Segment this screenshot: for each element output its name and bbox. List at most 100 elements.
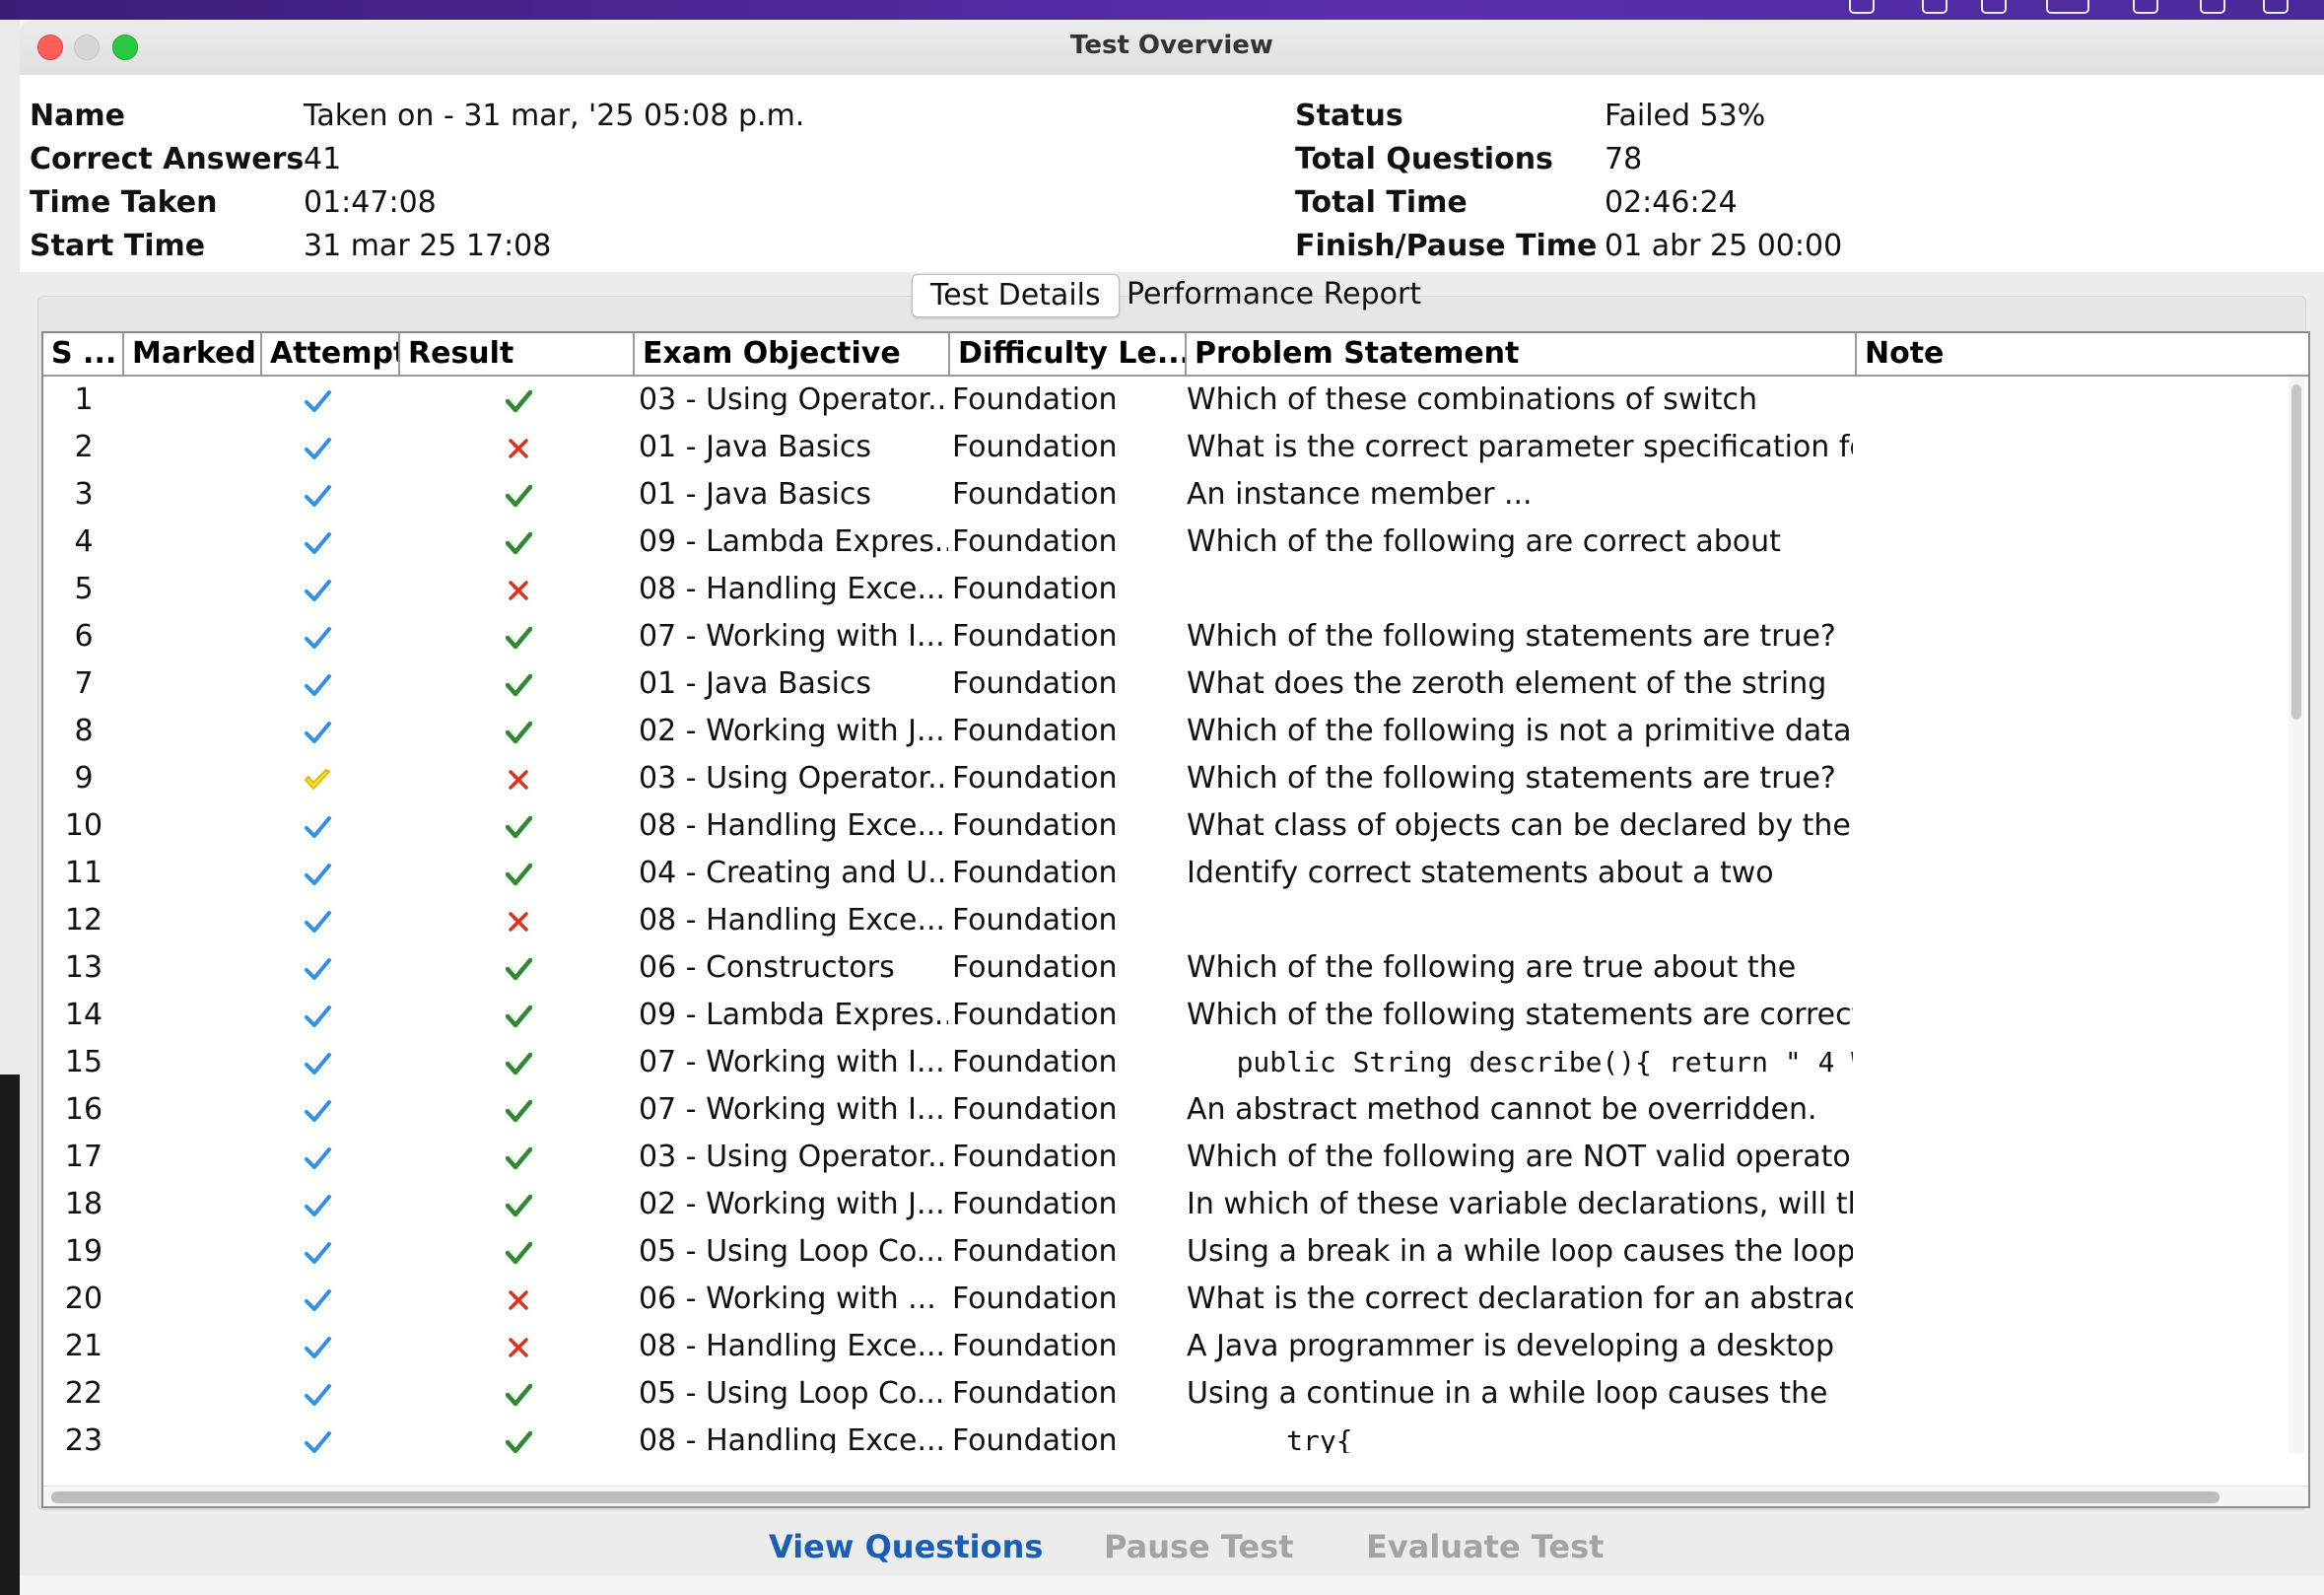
cell-serial-number: 14: [64, 998, 103, 1032]
cell-exam-objective: 05 - Using Loop Co...: [639, 1376, 945, 1411]
tab-test-details[interactable]: Test Details: [912, 274, 1120, 317]
cell-problem-statement: [1187, 897, 1853, 944]
table-body: 1 03 - Using Operator... Foundation Which o…: [43, 377, 2287, 1453]
cross-red-icon: [504, 1285, 533, 1315]
cell-exam-objective: 06 - Working with ...: [639, 1282, 936, 1316]
cell-problem-statement: What class of objects can be declared by…: [1187, 808, 1851, 843]
column-header-problem-statement[interactable]: Problem Statement: [1187, 333, 1857, 375]
control-center-icon[interactable]: [2263, 0, 2289, 14]
pause-test-button[interactable]: Pause Test: [1104, 1528, 1293, 1565]
table-row[interactable]: 2 01 - Java Basics Foundation What is the c…: [43, 424, 2287, 471]
evaluate-test-button[interactable]: Evaluate Test: [1366, 1528, 1604, 1565]
cell-difficulty: Foundation: [952, 856, 1118, 890]
table-row[interactable]: 6 07 - Working with I... Foundation Which o…: [43, 613, 2287, 660]
column-header-attempt[interactable]: Attempt: [262, 333, 400, 375]
cell-difficulty: Foundation: [952, 572, 1118, 606]
cell-difficulty: Foundation: [952, 1187, 1118, 1221]
check-green-icon: [504, 481, 533, 511]
search-icon[interactable]: [2200, 0, 2225, 14]
table-row[interactable]: 12 08 - Handling Exce... Foundation: [43, 897, 2287, 944]
cell-exam-objective: 08 - Handling Exce...: [639, 903, 946, 937]
check-blue-icon: [303, 623, 332, 653]
table-row[interactable]: 10 08 - Handling Exce... Foundation What cl…: [43, 802, 2287, 850]
table-row[interactable]: 4 09 - Lambda Expres... Foundation Which of…: [43, 519, 2287, 566]
column-header-serial[interactable]: S ...: [43, 333, 124, 375]
table-row[interactable]: 23 08 - Handling Exce... Foundation try{: [43, 1418, 2287, 1453]
table-row[interactable]: 1 03 - Using Operator... Foundation Which o…: [43, 377, 2287, 424]
cell-exam-objective: 08 - Handling Exce...: [639, 1423, 946, 1453]
summary-value-time-taken: 01:47:08: [304, 185, 437, 220]
os-menu-bar: [0, 0, 2324, 20]
view-questions-button[interactable]: View Questions: [769, 1528, 1043, 1565]
test-overview-window: Test Overview Name Taken on - 31 mar, '2…: [20, 20, 2324, 1575]
check-blue-icon: [303, 954, 332, 984]
table-row[interactable]: 17 03 - Using Operator... Foundation Which …: [43, 1134, 2287, 1181]
menu-bar-icon[interactable]: [1981, 0, 2007, 14]
cell-serial-number: 2: [74, 430, 94, 464]
cell-problem-statement: Which of the following are true about th…: [1187, 950, 1797, 985]
summary-value-total-time: 02:46:24: [1605, 185, 1738, 220]
cell-serial-number: 17: [64, 1140, 103, 1174]
cross-red-icon: [504, 434, 533, 463]
horizontal-scrollbar-thumb[interactable]: [51, 1491, 2220, 1503]
table-row[interactable]: 7 01 - Java Basics Foundation What does the…: [43, 660, 2287, 708]
table-row[interactable]: 19 05 - Using Loop Co... Foundation Using a…: [43, 1228, 2287, 1276]
horizontal-scrollbar[interactable]: [43, 1486, 2308, 1506]
menu-bar-icon[interactable]: [1849, 0, 1875, 14]
cell-problem-statement: An abstract method cannot be overridden.: [1187, 1092, 1817, 1127]
battery-icon[interactable]: [2046, 0, 2089, 14]
tab-performance-report[interactable]: Performance Report: [1109, 274, 1439, 315]
cell-exam-objective: 01 - Java Basics: [639, 666, 872, 701]
table-row[interactable]: 15 07 - Working with I... Foundation publi…: [43, 1039, 2287, 1086]
table-row[interactable]: 22 05 - Using Loop Co... Foundation Using a…: [43, 1370, 2287, 1418]
window-titlebar[interactable]: Test Overview: [20, 20, 2324, 76]
check-yellow-icon: [303, 765, 332, 795]
menu-bar-icon[interactable]: [1922, 0, 1948, 14]
table-row[interactable]: 18 02 - Working with J... Foundation In whi…: [43, 1181, 2287, 1228]
cell-difficulty: Foundation: [952, 1140, 1118, 1174]
check-blue-icon: [303, 434, 332, 463]
column-header-note[interactable]: Note: [1857, 333, 2308, 375]
action-bar: View Questions Pause Test Evaluate Test: [20, 1528, 2324, 1575]
column-header-marked[interactable]: Marked: [124, 333, 262, 375]
vertical-scrollbar-thumb[interactable]: [2291, 384, 2301, 720]
cell-serial-number: 19: [64, 1234, 103, 1269]
cell-exam-objective: 01 - Java Basics: [639, 430, 872, 464]
table-row[interactable]: 20 06 - Working with ... Foundation What is…: [43, 1276, 2287, 1323]
check-blue-icon: [303, 860, 332, 889]
cell-exam-objective: 05 - Using Loop Co...: [639, 1234, 945, 1269]
column-header-exam-objective[interactable]: Exam Objective: [635, 333, 950, 375]
table-row[interactable]: 14 09 - Lambda Expres... Foundation Which o…: [43, 992, 2287, 1039]
table-row[interactable]: 9 03 - Using Operator... Foundation Which o…: [43, 755, 2287, 802]
cell-difficulty: Foundation: [952, 808, 1118, 843]
wifi-icon[interactable]: [2133, 0, 2158, 14]
table-row[interactable]: 8 02 - Working with J... Foundation Which o…: [43, 708, 2287, 755]
table-row[interactable]: 16 07 - Working with I... Foundation An abs…: [43, 1086, 2287, 1134]
column-header-result[interactable]: Result: [400, 333, 635, 375]
check-blue-icon: [303, 528, 332, 558]
summary-label-status: Status: [1295, 99, 1403, 133]
table-row[interactable]: 3 01 - Java Basics Foundation An instance m…: [43, 471, 2287, 519]
background-app-strip: [0, 20, 20, 1595]
check-blue-icon: [303, 1333, 332, 1362]
summary-value-start-time: 31 mar 25 17:08: [304, 229, 552, 263]
cross-red-icon: [504, 765, 533, 795]
check-green-icon: [504, 1049, 533, 1078]
column-header-difficulty[interactable]: Difficulty Le...: [950, 333, 1187, 375]
cell-serial-number: 9: [74, 761, 94, 796]
cell-serial-number: 23: [64, 1423, 103, 1453]
summary-label-finish-pause-time: Finish/Pause Time: [1295, 229, 1598, 263]
check-green-icon: [504, 1380, 533, 1410]
table-row[interactable]: 21 08 - Handling Exce... Foundation A Java …: [43, 1323, 2287, 1370]
check-blue-icon: [303, 907, 332, 936]
table-row[interactable]: 5 08 - Handling Exce... Foundation: [43, 566, 2287, 613]
cell-problem-statement: try{: [1187, 1424, 1353, 1453]
table-row[interactable]: 13 06 - Constructors Foundation Which of th…: [43, 944, 2287, 992]
check-green-icon: [504, 718, 533, 747]
cell-serial-number: 10: [64, 808, 103, 843]
summary-value-finish-pause-time: 01 abr 25 00:00: [1605, 229, 1843, 263]
table-row[interactable]: 11 04 - Creating and U... Foundation Identi…: [43, 850, 2287, 897]
cell-serial-number: 11: [64, 856, 103, 890]
vertical-scrollbar[interactable]: [2289, 377, 2304, 1453]
check-green-icon: [504, 1191, 533, 1220]
